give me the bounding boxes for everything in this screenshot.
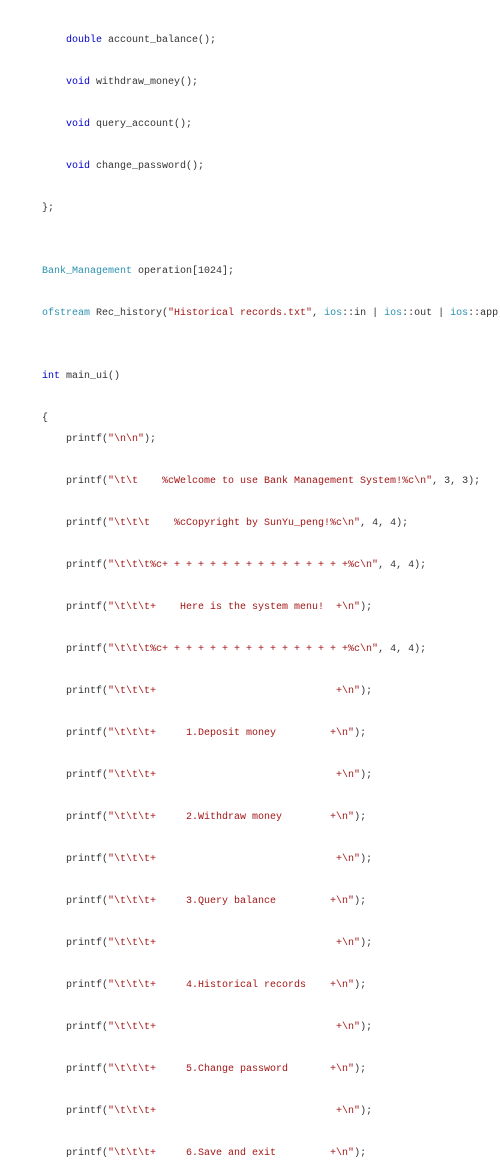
tok: Rec_history( xyxy=(90,308,168,319)
tok: "\t\t\t+ 5.Change password +\n" xyxy=(108,1064,354,1075)
tok: , xyxy=(378,518,390,529)
tok: printf( xyxy=(42,1148,108,1159)
tok: printf( xyxy=(42,854,108,865)
tok: ); xyxy=(360,770,372,781)
tok: ); xyxy=(414,644,426,655)
tok: account_balance(); xyxy=(102,35,216,46)
tok: ); xyxy=(360,602,372,613)
tok: void xyxy=(66,161,90,172)
tok: , xyxy=(396,644,408,655)
tok: ); xyxy=(360,686,372,697)
tok: void xyxy=(66,119,90,130)
tok: ); xyxy=(360,854,372,865)
tok: "\t\t\t%c+ + + + + + + + + + + + + + + +… xyxy=(108,644,378,655)
tok: printf( xyxy=(42,518,108,529)
tok: printf( xyxy=(42,896,108,907)
tok: ); xyxy=(144,434,156,445)
tok: "\t\t\t+ +\n" xyxy=(108,854,360,865)
tok: printf( xyxy=(42,1064,108,1075)
tok xyxy=(42,161,66,172)
tok: , xyxy=(378,644,390,655)
tok: ::app); xyxy=(468,308,500,319)
tok: change_password(); xyxy=(90,161,204,172)
tok: void xyxy=(66,77,90,88)
tok: "\t\t\t+ 1.Deposit money +\n" xyxy=(108,728,354,739)
tok: "\n\n" xyxy=(108,434,144,445)
tok: ); xyxy=(414,560,426,571)
tok: ); xyxy=(396,518,408,529)
tok: printf( xyxy=(42,644,108,655)
tok: printf( xyxy=(42,812,108,823)
tok: ::in | xyxy=(342,308,384,319)
tok: "\t\t\t+ +\n" xyxy=(108,1106,360,1117)
tok: printf( xyxy=(42,1106,108,1117)
tok: double xyxy=(66,35,102,46)
tok: , xyxy=(396,560,408,571)
tok: ios xyxy=(384,308,402,319)
tok: "\t\t\t+ 2.Withdraw money +\n" xyxy=(108,812,354,823)
tok: "\t\t\t+ +\n" xyxy=(108,1022,360,1033)
tok: printf( xyxy=(42,770,108,781)
tok: main_ui() xyxy=(60,371,120,382)
tok: printf( xyxy=(42,686,108,697)
code-block: double account_balance(); void withdraw_… xyxy=(0,0,500,1164)
tok: printf( xyxy=(42,476,108,487)
tok: }; xyxy=(42,203,54,214)
tok: "\t\t\t+ 4.Historical records +\n" xyxy=(108,980,354,991)
tok: Bank_Management xyxy=(42,266,132,277)
tok: printf( xyxy=(42,1022,108,1033)
tok: , xyxy=(312,308,324,319)
tok: ); xyxy=(360,938,372,949)
tok: , xyxy=(450,476,462,487)
tok: printf( xyxy=(42,560,108,571)
tok xyxy=(42,77,66,88)
tok: printf( xyxy=(42,602,108,613)
tok: ); xyxy=(354,1148,366,1159)
tok: query_account(); xyxy=(90,119,192,130)
tok: printf( xyxy=(42,434,108,445)
tok: operation[ xyxy=(132,266,198,277)
tok: "\t\t\t+ 6.Save and exit +\n" xyxy=(108,1148,354,1159)
tok: ); xyxy=(360,1106,372,1117)
tok: , xyxy=(432,476,444,487)
tok: printf( xyxy=(42,980,108,991)
tok: ); xyxy=(354,812,366,823)
tok: ); xyxy=(354,896,366,907)
tok: printf( xyxy=(42,938,108,949)
tok: "\t\t\t+ +\n" xyxy=(108,938,360,949)
tok: { xyxy=(42,413,48,424)
tok: printf( xyxy=(42,728,108,739)
tok: ofstream xyxy=(42,308,90,319)
tok: "\t\t\t+ +\n" xyxy=(108,770,360,781)
tok xyxy=(42,119,66,130)
tok: 1024 xyxy=(198,266,222,277)
tok: ::out | xyxy=(402,308,450,319)
tok: ); xyxy=(354,980,366,991)
tok: ); xyxy=(360,1022,372,1033)
tok: withdraw_money(); xyxy=(90,77,198,88)
tok: , xyxy=(360,518,372,529)
tok: "\t\t\t+ Here is the system menu! +\n" xyxy=(108,602,360,613)
tok: ios xyxy=(324,308,342,319)
tok xyxy=(42,35,66,46)
tok: int xyxy=(42,371,60,382)
tok: ios xyxy=(450,308,468,319)
tok: "\t\t\t+ +\n" xyxy=(108,686,360,697)
tok: "\t\t\t%c+ + + + + + + + + + + + + + + +… xyxy=(108,560,378,571)
tok: "Historical records.txt" xyxy=(168,308,312,319)
tok: ); xyxy=(354,728,366,739)
tok: ); xyxy=(354,1064,366,1075)
tok: ]; xyxy=(222,266,234,277)
tok: "\t\t\t+ 3.Query balance +\n" xyxy=(108,896,354,907)
tok: "\t\t\t %cCopyright by SunYu_peng!%c\n" xyxy=(108,518,360,529)
tok: , xyxy=(378,560,390,571)
tok: "\t\t %cWelcome to use Bank Management S… xyxy=(108,476,432,487)
tok: ); xyxy=(468,476,480,487)
